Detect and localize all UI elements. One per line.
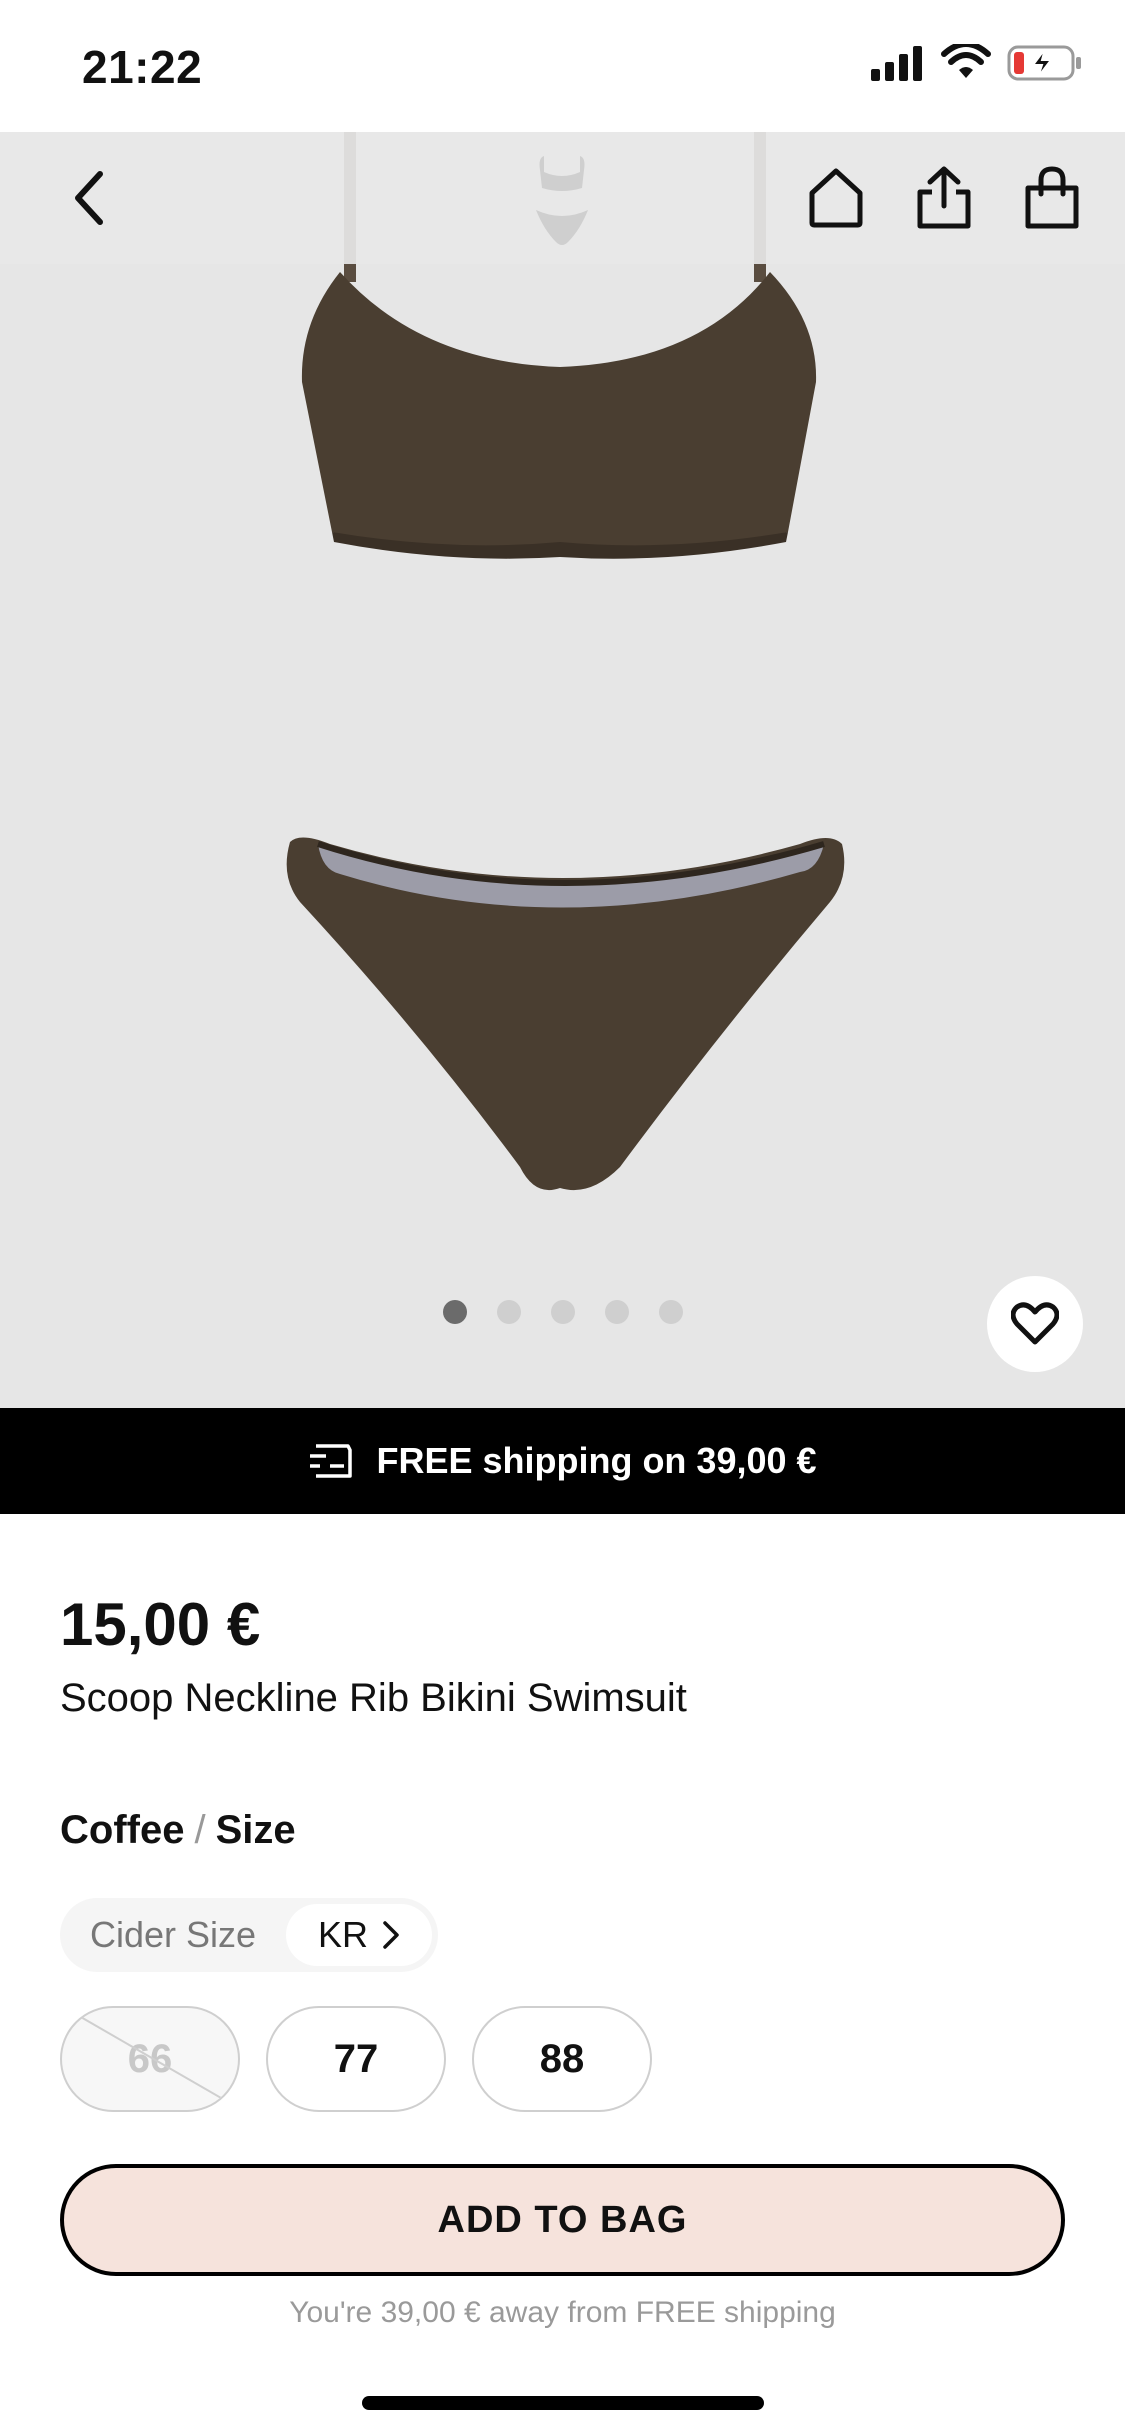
status-icons [869, 44, 1083, 82]
battery-charging-icon [1007, 45, 1081, 81]
size-option-label: 88 [539, 2036, 585, 2081]
pagination-dot[interactable] [658, 1300, 683, 1324]
color-name: Coffee [60, 1808, 185, 1852]
product-image [286, 132, 845, 1191]
pagination-dot[interactable] [604, 1300, 629, 1324]
size-option-88[interactable]: 88 [472, 2006, 652, 2112]
size-options: 66 77 88 [60, 2006, 652, 2112]
status-bar: 21:22 [0, 0, 1125, 132]
home-icon [809, 168, 863, 228]
size-option-66[interactable]: 66 [60, 2006, 240, 2112]
home-button[interactable] [800, 162, 872, 234]
add-to-bag-button[interactable]: ADD TO BAG [60, 2164, 1065, 2276]
free-shipping-banner[interactable]: FREE shipping on 39,00 € [0, 1408, 1125, 1514]
bag-button[interactable] [1016, 162, 1088, 234]
pagination-dot[interactable] [496, 1300, 521, 1324]
share-button[interactable] [908, 162, 980, 234]
size-option-label: 77 [333, 2036, 379, 2081]
chevron-right-icon [383, 1921, 399, 1949]
size-region-label: KR [317, 1914, 368, 1955]
shipping-truck-icon [310, 1444, 353, 1478]
pagination-dot[interactable] [550, 1300, 575, 1324]
share-icon [917, 166, 971, 229]
status-time: 21:22 [82, 41, 203, 93]
pagination-dot-active[interactable] [442, 1300, 467, 1324]
image-pagination [0, 1300, 1125, 1324]
product-image-gallery[interactable] [0, 132, 1125, 1408]
product-price: 15,00 € [60, 1591, 261, 1658]
size-option-77[interactable]: 77 [266, 2006, 446, 2112]
shipping-threshold-note: You're 39,00 € away from FREE shipping [289, 2296, 836, 2329]
bikini-thumbnail-icon [536, 156, 588, 245]
heart-icon [1011, 1302, 1059, 1345]
back-chevron-icon [75, 171, 103, 225]
wifi-icon [941, 44, 991, 78]
variant-heading: Coffee / Size [60, 1808, 296, 1853]
size-heading: Size [215, 1808, 296, 1852]
home-indicator[interactable] [362, 2396, 764, 2410]
size-option-label: 66 [127, 2036, 173, 2081]
product-thumbnail [530, 150, 594, 250]
shopping-bag-icon [1025, 166, 1079, 229]
variant-separator: / [194, 1808, 206, 1852]
free-shipping-text: FREE shipping on 39,00 € [376, 1440, 817, 1481]
signal-icon [871, 46, 922, 81]
favorite-button[interactable] [987, 1276, 1083, 1372]
size-system-selector[interactable]: Cider Size KR [60, 1898, 438, 1972]
product-header-bar [0, 132, 1125, 264]
product-title: Scoop Neckline Rib Bikini Swimsuit [60, 1676, 687, 1720]
size-system-label: Cider Size [90, 1914, 257, 1955]
size-region-button[interactable]: KR [286, 1904, 432, 1966]
back-button[interactable] [54, 162, 126, 234]
